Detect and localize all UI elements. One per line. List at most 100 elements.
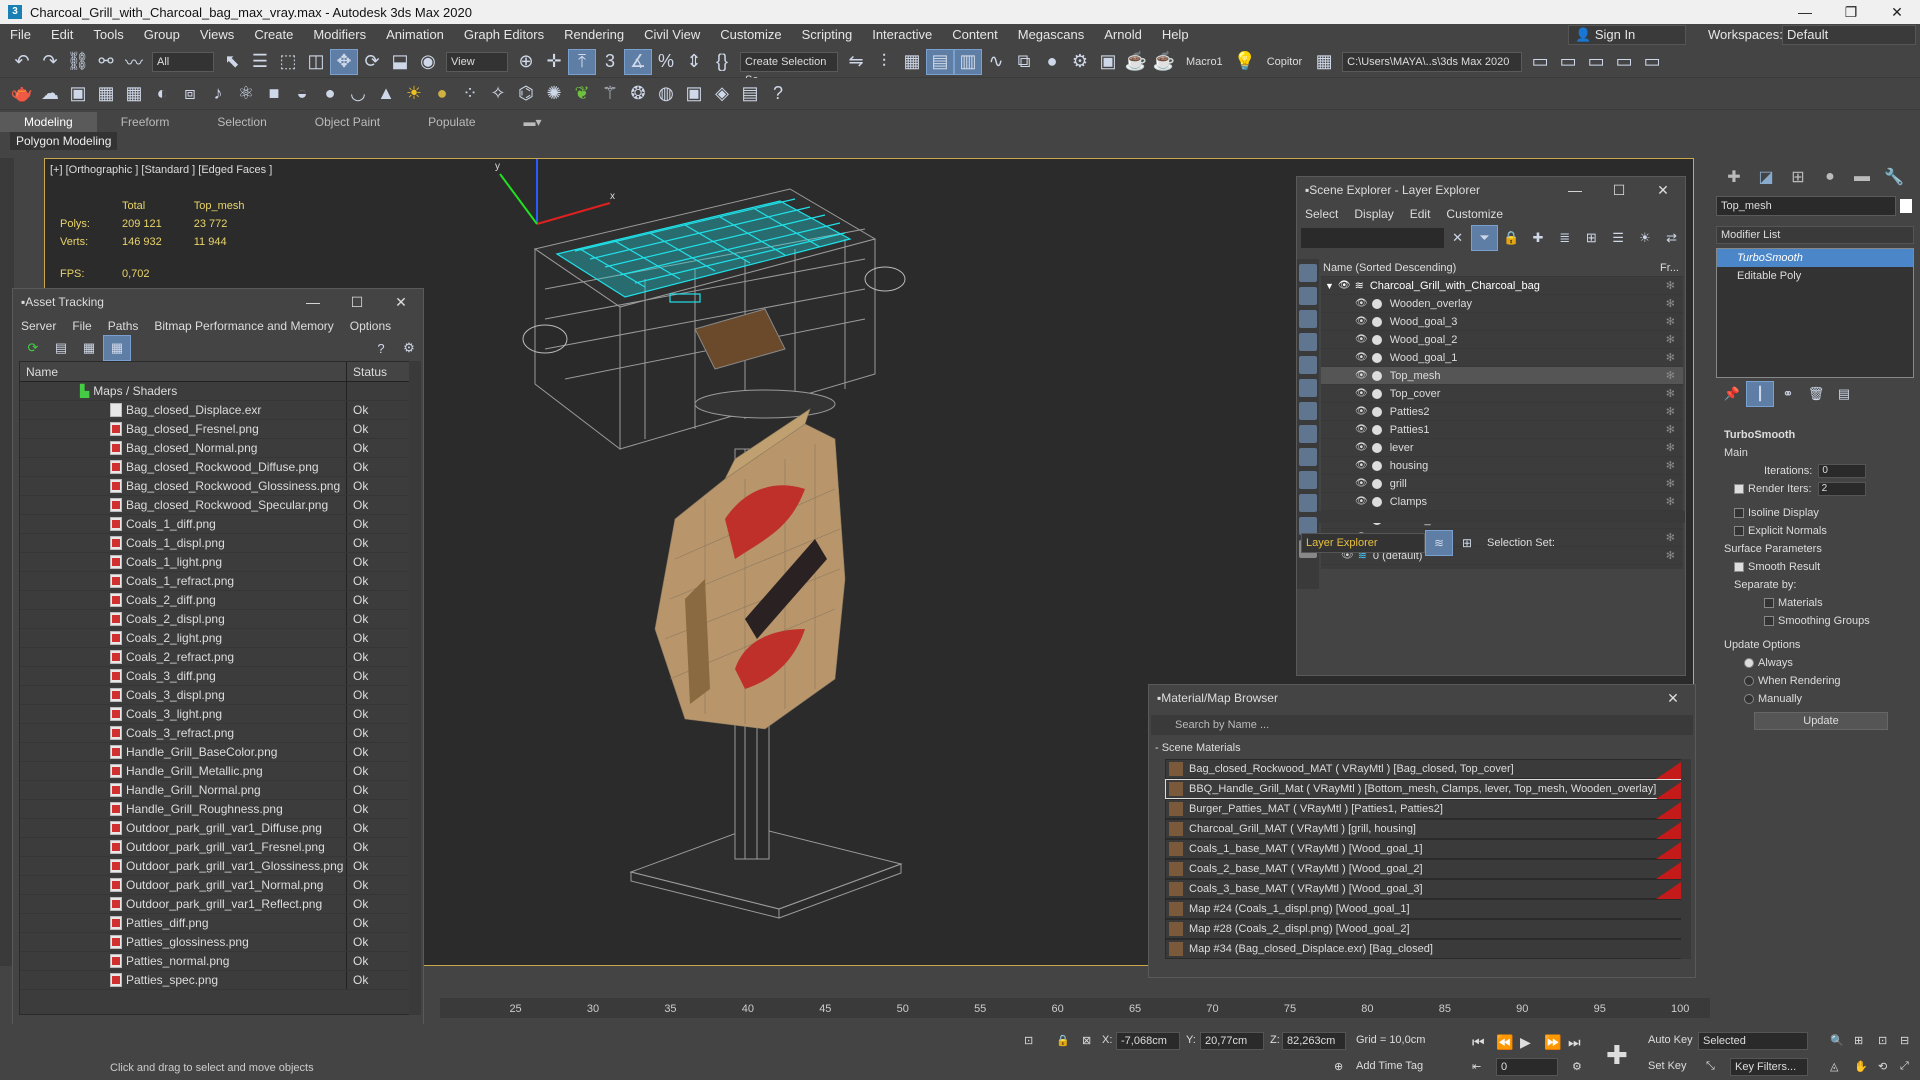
visibility-eye-icon[interactable]: 👁 <box>1355 334 1368 345</box>
menu-arnold[interactable]: Arnold <box>1094 24 1152 46</box>
key-filters-button[interactable]: Key Filters... <box>1730 1058 1808 1076</box>
freeze-icon[interactable]: ✻ <box>1666 297 1675 310</box>
renderable-icon[interactable] <box>1371 370 1382 381</box>
remove-modifier-icon[interactable]: 🗑 <box>1802 381 1830 407</box>
plant-icon[interactable]: ❦ <box>568 81 596 107</box>
light-icon[interactable]: ☀ <box>1631 225 1658 251</box>
render-iters-checkbox[interactable] <box>1734 484 1744 495</box>
utilities-tab-icon[interactable]: 🔧 <box>1878 167 1910 187</box>
hf-icon[interactable]: ⚚ <box>596 81 624 107</box>
rotate-icon[interactable]: ⟳ <box>358 49 386 75</box>
thumbnail-view-icon[interactable]: ▦ <box>75 335 103 361</box>
selected-keys-dropdown[interactable]: Selected <box>1698 1032 1808 1050</box>
modifier-list-dropdown[interactable]: Modifier List <box>1716 226 1914 244</box>
layers-icon[interactable]: ≣ <box>1551 225 1578 251</box>
selection-set-icon[interactable]: ⊞ <box>1453 530 1481 556</box>
material-item[interactable]: Map #34 (Bag_closed_Displace.exr) [Bag_c… <box>1165 939 1685 959</box>
close-icon[interactable]: ✕ <box>1874 0 1920 24</box>
play-icon[interactable]: ▶ <box>1520 1034 1531 1051</box>
renderable-icon[interactable] <box>1371 388 1382 399</box>
project-path-dropdown[interactable]: C:\Users\MAYA\..s\3ds Max 2020 <box>1342 51 1523 72</box>
at-menu-file[interactable]: File <box>64 319 99 333</box>
col-status[interactable]: Status <box>347 362 387 381</box>
asset-row[interactable]: Coals_2_displ.png Ok <box>20 610 414 629</box>
renderable-icon[interactable] <box>1371 442 1382 453</box>
material-browser-titlebar[interactable]: ▪ Material/Map Browser ✕ <box>1149 685 1695 711</box>
orbit-icon[interactable]: ⟲ <box>1878 1060 1887 1073</box>
menu-modifiers[interactable]: Modifiers <box>303 24 376 46</box>
asset-row[interactable]: Coals_1_light.png Ok <box>20 553 414 572</box>
renderable-icon[interactable] <box>1371 478 1382 489</box>
lock-icon[interactable]: 🔒 <box>1056 1034 1070 1047</box>
collapse-icon[interactable]: ▼ <box>1325 281 1334 291</box>
light-sphere-icon[interactable]: ● <box>428 81 456 107</box>
menu-graph-editors[interactable]: Graph Editors <box>454 24 554 46</box>
modify-tab-icon[interactable]: ◪ <box>1750 167 1782 187</box>
visibility-eye-icon[interactable]: 👁 <box>1355 496 1368 507</box>
filter-icon[interactable]: ⏷ <box>1470 225 1498 251</box>
time-config-icon[interactable]: ⚙ <box>1572 1060 1582 1073</box>
material-item[interactable]: Bag_closed_Rockwood_MAT ( VRayMtl ) [Bag… <box>1165 759 1685 779</box>
menu-help[interactable]: Help <box>1152 24 1199 46</box>
display-containers-icon[interactable] <box>1299 471 1317 489</box>
previous-frame-icon[interactable]: ⏪ <box>1496 1034 1513 1051</box>
tab-modeling[interactable]: Modeling <box>0 112 97 132</box>
settings-icon[interactable]: ⚙ <box>395 335 423 361</box>
asset-row[interactable]: Bag_closed_Rockwood_Diffuse.png Ok <box>20 458 414 477</box>
scene-materials-header[interactable]: - Scene Materials <box>1149 739 1695 757</box>
tree-root[interactable]: ▼ 👁 ≋ Charcoal_Grill_with_Charcoal_bag ✻ <box>1321 277 1683 295</box>
material-item[interactable]: Coals_1_base_MAT ( VRayMtl ) [Wood_goal_… <box>1165 839 1685 859</box>
render-iterative-icon[interactable]: ☕ <box>1150 49 1178 75</box>
visibility-eye-icon[interactable]: 👁 <box>1355 478 1368 489</box>
render-icon[interactable]: ☕ <box>1122 49 1150 75</box>
display-spacewarps-icon[interactable] <box>1299 379 1317 397</box>
display-frozen-icon[interactable] <box>1299 494 1317 512</box>
table-view-icon[interactable]: ▦ <box>103 335 131 361</box>
visibility-eye-icon[interactable]: 👁 <box>1355 298 1368 309</box>
hierarchy-icon[interactable]: ⊞ <box>1578 225 1605 251</box>
asset-row[interactable]: Coals_2_light.png Ok <box>20 629 414 648</box>
toggle-scene-explorer-icon[interactable]: ▦ <box>898 49 926 75</box>
cloud-icon[interactable]: ☁ <box>36 81 64 107</box>
asset-row[interactable]: Outdoor_park_grill_var1_Normal.png Ok <box>20 876 414 895</box>
tree-item-grill[interactable]: 👁 grill ✻ <box>1321 475 1683 493</box>
visibility-eye-icon[interactable]: 👁 <box>1355 424 1368 435</box>
reference-coord-dropdown[interactable]: View <box>446 51 508 72</box>
always-radio[interactable] <box>1744 658 1754 669</box>
asset-row[interactable]: Coals_3_diff.png Ok <box>20 667 414 686</box>
visibility-eye-icon[interactable]: 👁 <box>1355 352 1368 363</box>
asset-row[interactable]: Patties_glossiness.png Ok <box>20 933 414 952</box>
material-item[interactable]: Map #24 (Coals_1_displ.png) [Wood_goal_1… <box>1165 899 1685 919</box>
hierarchy-tab-icon[interactable]: ⊞ <box>1782 167 1814 187</box>
menu-content[interactable]: Content <box>942 24 1008 46</box>
restore-icon[interactable]: ❐ <box>1828 0 1874 24</box>
menu-edit[interactable]: Edit <box>41 24 83 46</box>
show-end-result-icon[interactable]: ┃ <box>1746 381 1774 407</box>
zoom-icon[interactable]: 🔍 <box>1830 1034 1844 1047</box>
redo-icon[interactable]: ↷ <box>36 49 64 75</box>
asset-row[interactable]: Coals_2_diff.png Ok <box>20 591 414 610</box>
rect-selection-icon[interactable]: ⬚ <box>274 49 302 75</box>
col-name-sorted[interactable]: Name (Sorted Descending) <box>1321 262 1456 274</box>
tab-freeform[interactable]: Freeform <box>97 112 194 132</box>
light-lister-icon[interactable]: ◐ <box>148 81 176 107</box>
next-frame-icon[interactable]: ⏩ <box>1544 1034 1561 1051</box>
keyboard-shortcut-icon[interactable]: ⤒ <box>568 48 596 75</box>
materials-checkbox[interactable] <box>1764 598 1774 609</box>
bind-spacewarp-icon[interactable]: 〰 <box>120 49 148 75</box>
box-icon[interactable]: ■ <box>260 81 288 107</box>
vertical-scrollbar[interactable] <box>1681 759 1691 959</box>
add-time-tag-button[interactable]: Add Time Tag <box>1356 1060 1423 1072</box>
freeze-icon[interactable]: ✻ <box>1666 405 1675 418</box>
vertical-scrollbar[interactable] <box>409 361 421 1015</box>
viewport-layout-icon[interactable]: ▭ <box>1526 49 1554 75</box>
select-object-icon[interactable]: ⬉ <box>218 49 246 75</box>
when-rendering-radio[interactable] <box>1744 676 1754 687</box>
spinner-snap-icon[interactable]: ⇕ <box>680 49 708 75</box>
ribbon-options-icon[interactable]: ▬▾ <box>500 112 566 132</box>
field-of-view-icon[interactable]: ◬ <box>1830 1060 1838 1073</box>
move-icon[interactable]: ✥ <box>330 48 358 75</box>
molecule-icon[interactable]: ⌬ <box>512 81 540 107</box>
at-menu-server[interactable]: Server <box>13 319 64 333</box>
scale-icon[interactable]: ⬓ <box>386 49 414 75</box>
